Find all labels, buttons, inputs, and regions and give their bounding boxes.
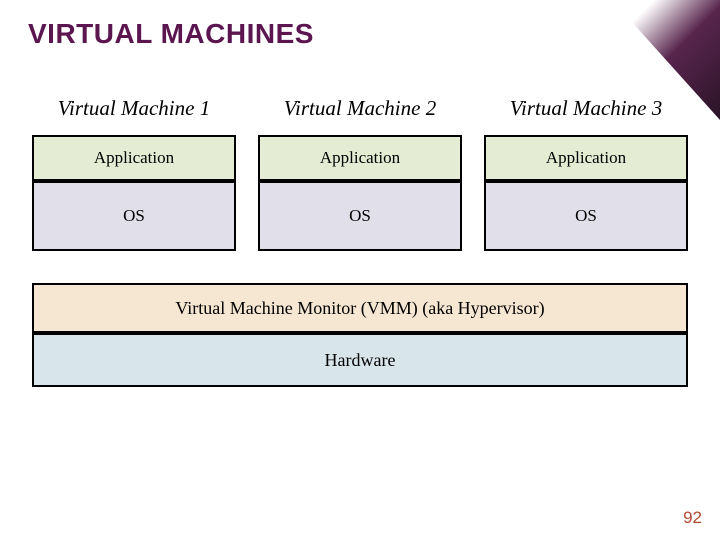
shared-layers: Virtual Machine Monitor (VMM) (aka Hyper… (32, 283, 688, 387)
application-box: Application (32, 135, 236, 181)
vm-label: Virtual Machine 3 (484, 96, 688, 121)
vmm-box: Virtual Machine Monitor (VMM) (aka Hyper… (32, 283, 688, 333)
vm-column-1: Virtual Machine 1 Application OS (32, 96, 236, 251)
diagram-area: Virtual Machine 1 Application OS Virtual… (0, 62, 720, 387)
vm-columns: Virtual Machine 1 Application OS Virtual… (32, 96, 688, 251)
application-box: Application (484, 135, 688, 181)
hardware-box: Hardware (32, 333, 688, 387)
os-box: OS (258, 181, 462, 251)
os-box: OS (32, 181, 236, 251)
vm-column-2: Virtual Machine 2 Application OS (258, 96, 462, 251)
vm-label: Virtual Machine 1 (32, 96, 236, 121)
vm-label: Virtual Machine 2 (258, 96, 462, 121)
application-box: Application (258, 135, 462, 181)
os-box: OS (484, 181, 688, 251)
page-number: 92 (683, 508, 702, 528)
slide-title: VIRTUAL MACHINES (28, 18, 692, 50)
vm-column-3: Virtual Machine 3 Application OS (484, 96, 688, 251)
